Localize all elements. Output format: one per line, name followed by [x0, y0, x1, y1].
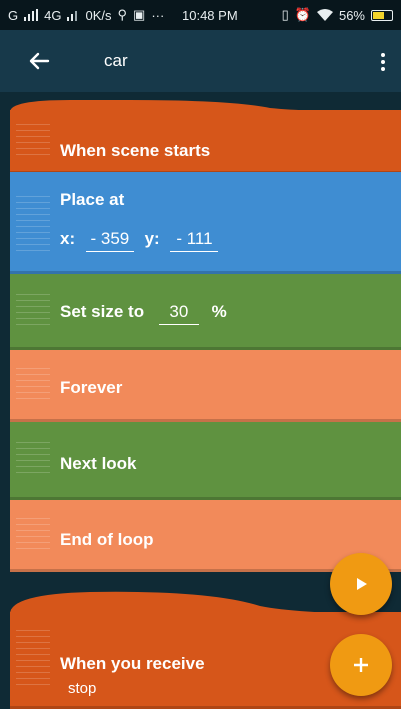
drag-handle[interactable]	[16, 294, 50, 330]
message-value[interactable]: stop	[68, 680, 96, 697]
script-editor[interactable]: When scene starts Place at x: - 359 y: -…	[0, 92, 401, 709]
drag-handle[interactable]	[16, 442, 50, 478]
y-value-field[interactable]: - 111	[170, 229, 219, 252]
brick-when-scene-starts[interactable]: When scene starts	[10, 100, 401, 174]
carrier-signal: G	[8, 7, 19, 23]
battery-icon	[371, 9, 393, 21]
drag-handle[interactable]	[16, 630, 50, 686]
brick-label: Set size to	[60, 302, 145, 321]
hat-curve	[10, 100, 401, 112]
overflow-menu-button[interactable]	[375, 47, 391, 77]
brick-label: Next look	[60, 454, 137, 473]
drag-handle[interactable]	[16, 124, 50, 160]
vibrate-icon: ▯	[281, 7, 289, 22]
brick-place-at[interactable]: Place at x: - 359 y: - 111	[10, 172, 401, 274]
plus-icon	[354, 658, 368, 672]
usb-icon: ⚲	[117, 7, 128, 22]
brick-next-look[interactable]: Next look	[10, 422, 401, 500]
battery-percent: 56%	[338, 7, 365, 23]
x-label: x:	[60, 229, 76, 248]
brick-forever[interactable]: Forever	[10, 350, 401, 422]
brick-label: End of loop	[60, 530, 154, 549]
alarm-icon: ⏰	[294, 7, 311, 22]
percent-unit: %	[211, 302, 227, 321]
y-label: y:	[144, 229, 160, 248]
arrow-left-icon	[29, 52, 50, 70]
clock: 10:48 PM	[182, 7, 238, 23]
add-button[interactable]	[330, 634, 392, 696]
brick-label: When scene starts	[60, 141, 211, 160]
place-at-fields: x: - 359 y: - 111	[60, 229, 224, 252]
wifi-icon	[316, 9, 333, 21]
network-type: 4G	[44, 7, 62, 23]
brick-set-size[interactable]: Set size to 30 %	[10, 274, 401, 350]
data-rate: 0K/s	[85, 7, 112, 23]
signal-icon	[24, 9, 39, 21]
more-notifications: ···	[151, 7, 165, 23]
drag-handle[interactable]	[16, 196, 50, 252]
play-button[interactable]	[330, 553, 392, 615]
signal-icon-2	[67, 11, 78, 21]
page-title: car	[104, 51, 128, 70]
play-icon	[357, 578, 367, 590]
more-vert-icon-dot	[381, 60, 385, 64]
set-size-content: Set size to 30 %	[60, 302, 227, 325]
more-vert-icon	[381, 53, 385, 57]
brick-label: Place at	[60, 190, 125, 209]
brick-label: When you receive	[60, 654, 205, 673]
app-bar: car	[0, 30, 401, 92]
more-vert-icon-dot	[381, 67, 385, 71]
drag-handle[interactable]	[16, 518, 50, 554]
size-value-field[interactable]: 30	[158, 302, 199, 325]
gallery-icon: ▣	[133, 7, 146, 22]
drag-handle[interactable]	[16, 368, 50, 404]
status-bar: G 4G 0K/s ⚲ ▣ ··· 10:48 PM ▯ ⏰ 56%	[0, 0, 401, 30]
brick-label: Forever	[60, 378, 123, 397]
back-button[interactable]	[24, 46, 54, 76]
x-value-field[interactable]: - 359	[85, 229, 134, 252]
